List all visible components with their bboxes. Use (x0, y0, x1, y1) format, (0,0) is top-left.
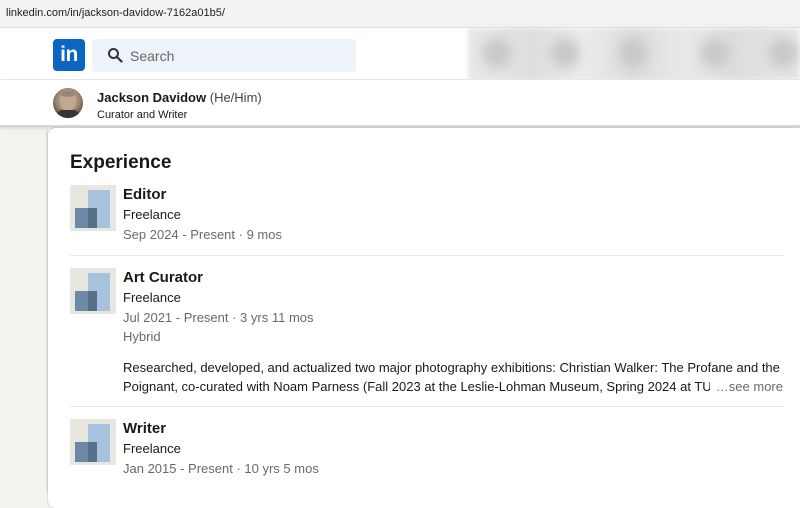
profile-name-line: Jackson Davidow (He/Him) (97, 90, 262, 105)
search-input[interactable]: Search (92, 39, 356, 72)
experience-company: Freelance (123, 441, 181, 456)
experience-title[interactable]: Writer (123, 420, 166, 437)
profile-pronouns: (He/Him) (209, 90, 262, 105)
experience-item-art-curator: Art Curator Freelance Jul 2021 - Present… (70, 268, 784, 398)
sticky-profile-header: Jackson Davidow (He/Him) Curator and Wri… (0, 80, 800, 126)
description-line-2: Poignant, co-curated with Noam Parness (… (123, 379, 721, 394)
search-icon (108, 48, 123, 63)
experience-dates: Jul 2021 - Present · 3 yrs 11 mos (123, 310, 314, 325)
url-text[interactable]: linkedin.com/in/jackson-davidow-7162a01b… (6, 7, 225, 19)
experience-item-editor: Editor Freelance Sep 2024 - Present · 9 … (70, 185, 784, 247)
company-logo-icon[interactable] (70, 419, 116, 465)
experience-dates: Jan 2015 - Present · 10 yrs 5 mos (123, 461, 319, 476)
profile-headline: Curator and Writer (97, 109, 188, 121)
divider (70, 406, 784, 407)
experience-item-writer: Writer Freelance Jan 2015 - Present · 10… (70, 419, 784, 481)
experience-dates: Sep 2024 - Present · 9 mos (123, 227, 282, 242)
experience-title[interactable]: Editor (123, 186, 166, 203)
browser-url-bar[interactable]: linkedin.com/in/jackson-davidow-7162a01b… (0, 0, 800, 28)
search-placeholder: Search (130, 48, 175, 64)
see-more-link[interactable]: …see more (709, 377, 783, 396)
company-logo-icon[interactable] (70, 268, 116, 314)
avatar-photo-icon (57, 91, 79, 118)
description-line-1: Researched, developed, and actualized tw… (123, 360, 780, 375)
company-logo-icon[interactable] (70, 185, 116, 231)
global-nav: in Search (0, 28, 800, 80)
avatar[interactable] (53, 88, 83, 118)
profile-name: Jackson Davidow (97, 90, 207, 105)
experience-work-type: Hybrid (123, 329, 161, 344)
blurred-nav-icons (468, 28, 800, 80)
divider (70, 255, 784, 256)
experience-company: Freelance (123, 290, 181, 305)
linkedin-logo[interactable]: in (53, 39, 85, 71)
section-title: Experience (70, 152, 172, 173)
experience-company: Freelance (123, 207, 181, 222)
experience-description: Researched, developed, and actualized tw… (123, 358, 783, 396)
experience-title[interactable]: Art Curator (123, 269, 203, 286)
experience-card: Experience Editor Freelance Sep 2024 - P… (48, 128, 800, 508)
